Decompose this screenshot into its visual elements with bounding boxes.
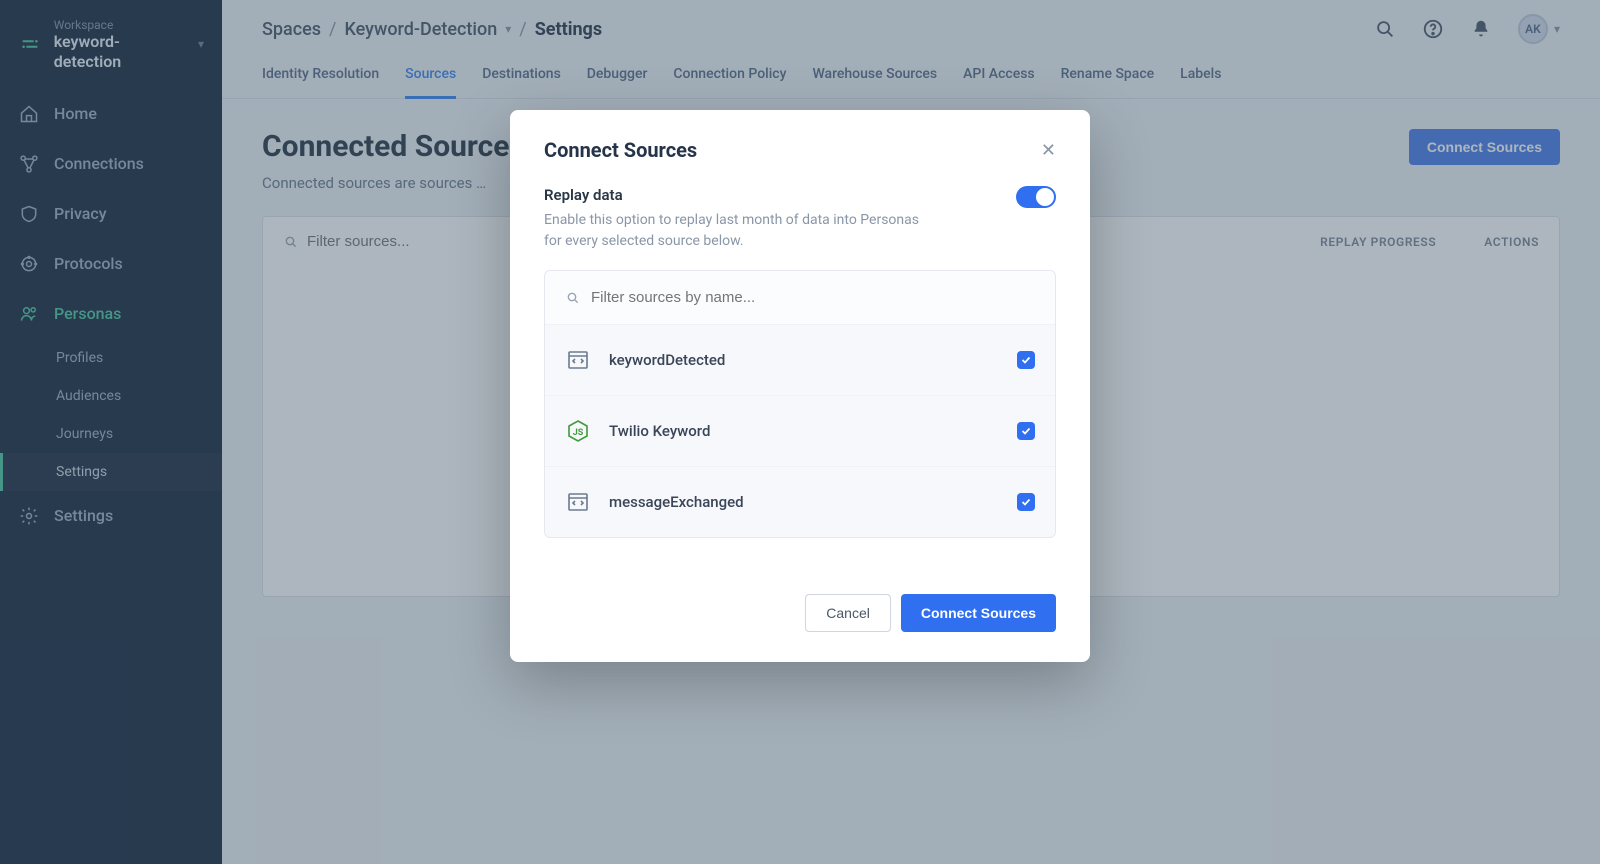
source-filter-field[interactable] [545, 271, 1055, 324]
source-checkbox[interactable] [1017, 351, 1035, 369]
cancel-button[interactable]: Cancel [805, 594, 891, 632]
replay-toggle[interactable] [1016, 186, 1056, 208]
source-name: messageExchanged [609, 493, 744, 511]
svg-text:JS: JS [573, 428, 584, 438]
connect-sources-modal: Connect Sources ✕ Replay data Enable thi… [510, 110, 1090, 662]
source-checkbox[interactable] [1017, 493, 1035, 511]
code-source-icon [565, 489, 591, 515]
source-name: Twilio Keyword [609, 422, 710, 440]
search-icon [565, 290, 581, 306]
list-item[interactable]: messageExchanged [545, 466, 1055, 537]
replay-title: Replay data [544, 186, 924, 204]
nodejs-source-icon: JS [565, 418, 591, 444]
code-source-icon [565, 347, 591, 373]
modal-overlay: Connect Sources ✕ Replay data Enable thi… [0, 0, 1600, 864]
list-item[interactable]: keywordDetected [545, 324, 1055, 395]
source-name: keywordDetected [609, 351, 725, 369]
source-checkbox[interactable] [1017, 422, 1035, 440]
list-item[interactable]: JS Twilio Keyword [545, 395, 1055, 466]
replay-description: Enable this option to replay last month … [544, 210, 924, 252]
toggle-knob [1036, 188, 1054, 206]
source-list: keywordDetected JS Twilio Keyword [544, 270, 1056, 538]
modal-title: Connect Sources [544, 138, 697, 162]
close-icon[interactable]: ✕ [1041, 140, 1056, 161]
confirm-connect-button[interactable]: Connect Sources [901, 594, 1056, 632]
source-filter-input[interactable] [591, 289, 1035, 306]
